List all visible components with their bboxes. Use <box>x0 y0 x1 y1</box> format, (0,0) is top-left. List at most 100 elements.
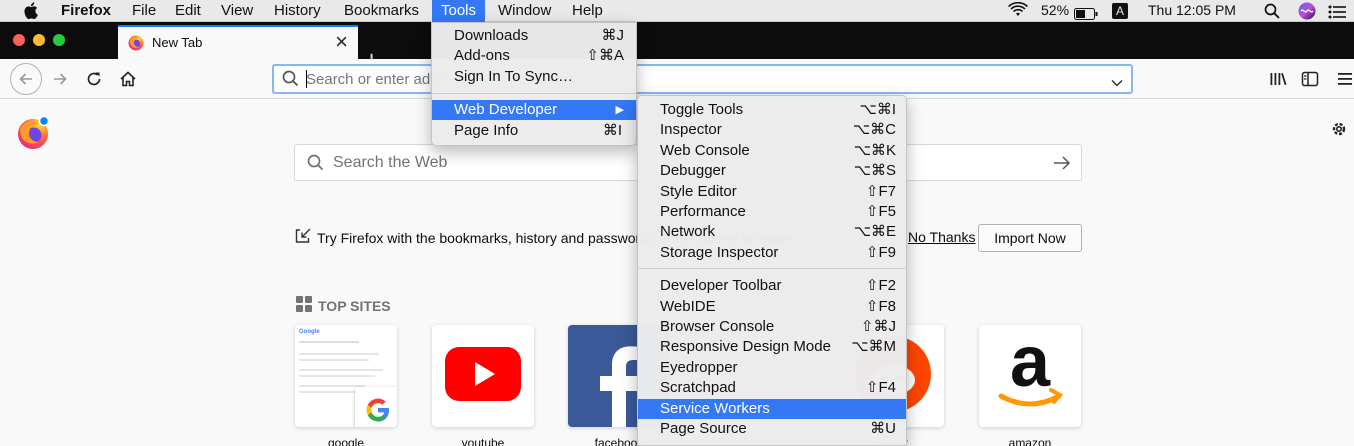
reload-icon[interactable] <box>80 65 108 93</box>
macos-menu-bar: Firefox File Edit View History Bookmarks… <box>0 0 1354 22</box>
window-zoom-button[interactable] <box>53 34 65 46</box>
menu-item-shortcut: ⇧F2 <box>865 277 896 295</box>
apple-menu-icon[interactable] <box>16 0 46 22</box>
tab-close-icon[interactable]: × <box>335 30 348 54</box>
tab-strip: New Tab × + <box>0 22 1354 73</box>
menu-item-shortcut: ⌥⌘I <box>859 101 896 118</box>
urlbar-dropdown-chevron-icon[interactable] <box>1111 74 1123 92</box>
menu-item-webide[interactable]: WebIDE ⇧F8 <box>638 297 906 317</box>
menu-view[interactable]: View <box>212 0 262 22</box>
menu-item-shortcut: ⇧F4 <box>865 379 896 397</box>
menu-item-label: Page Source <box>660 420 747 437</box>
menu-item-web-console[interactable]: Web Console ⌥⌘K <box>638 141 906 161</box>
menu-item-label: Toggle Tools <box>660 101 744 118</box>
top-sites-grid-icon <box>296 296 312 315</box>
no-thanks-link[interactable]: No Thanks <box>908 229 975 245</box>
menu-firefox[interactable]: Firefox <box>52 0 120 22</box>
menu-item-shortcut: ⌥⌘K <box>853 141 896 159</box>
menu-item-shortcut: ⇧F7 <box>865 182 896 200</box>
menu-item-addons[interactable]: Add-ons ⇧⌘A <box>432 46 636 66</box>
menu-edit[interactable]: Edit <box>166 0 210 22</box>
menu-item-page-info[interactable]: Page Info ⌘I <box>432 121 636 141</box>
menu-item-scratchpad[interactable]: Scratchpad ⇧F4 <box>638 378 906 398</box>
library-icon[interactable] <box>1264 65 1292 93</box>
menu-item-label: Web Console <box>660 141 750 159</box>
menu-bookmarks[interactable]: Bookmarks <box>335 0 428 22</box>
window-close-button[interactable] <box>13 34 25 46</box>
navigation-toolbar <box>0 59 1354 99</box>
menu-history[interactable]: History <box>265 0 330 22</box>
menu-help[interactable]: Help <box>563 0 612 22</box>
top-site-label-youtube: youtube <box>461 436 505 446</box>
menu-item-label: WebIDE <box>660 297 716 315</box>
top-sites-label: TOP SITES <box>318 297 391 314</box>
menu-item-sign-in-to-sync[interactable]: Sign In To Sync… <box>432 67 636 87</box>
menu-item-browser-console[interactable]: Browser Console ⇧⌘J <box>638 317 906 337</box>
menu-item-storage-inspector[interactable]: Storage Inspector ⇧F9 <box>638 243 906 263</box>
menu-item-label: Scratchpad <box>660 379 736 397</box>
web-search-icon <box>307 154 324 176</box>
google-g-icon <box>355 387 397 427</box>
menu-item-downloads[interactable]: Downloads ⌘J <box>432 26 636 46</box>
import-icon <box>294 228 311 247</box>
sidebar-icon[interactable] <box>1296 65 1324 93</box>
menu-item-debugger[interactable]: Debugger ⌥⌘S <box>638 161 906 181</box>
battery-percent: 52% <box>1041 2 1070 18</box>
customize-gear-icon[interactable] <box>1330 120 1348 143</box>
menu-item-label: Web Developer <box>454 101 558 118</box>
import-now-button[interactable]: Import Now <box>978 224 1082 252</box>
menubar-clock[interactable]: Thu 12:05 PM <box>1148 0 1236 22</box>
menu-tools[interactable]: Tools <box>432 0 486 22</box>
menu-separator <box>638 268 906 270</box>
wifi-icon[interactable] <box>1008 1 1028 24</box>
menu-item-shortcut: ⇧F8 <box>865 297 896 315</box>
input-source-badge[interactable]: A <box>1112 3 1128 19</box>
tools-menu: Downloads ⌘J Add-ons ⇧⌘A Sign In To Sync… <box>431 22 637 146</box>
menu-item-shortcut: ⌥⌘M <box>851 338 896 356</box>
hamburger-menu-icon[interactable] <box>1336 65 1354 93</box>
menu-item-shortcut: ⇧F9 <box>865 243 896 261</box>
menu-item-toggle-tools[interactable]: Toggle Tools ⌥⌘I <box>638 100 906 120</box>
menu-item-label: Downloads <box>454 27 529 44</box>
tab-new-tab[interactable]: New Tab × <box>118 25 358 59</box>
menu-item-web-developer[interactable]: Web Developer ▶ <box>432 100 636 120</box>
top-site-label-google: google <box>327 436 365 446</box>
menu-file[interactable]: File <box>123 0 165 22</box>
menu-item-shortcut: ⇧⌘A <box>586 47 624 64</box>
top-site-youtube[interactable] <box>432 325 534 427</box>
menu-item-shortcut: ⌥⌘S <box>853 162 896 180</box>
menu-item-label: Network <box>660 223 716 241</box>
submenu-arrow-icon: ▶ <box>615 104 624 116</box>
menu-item-style-editor[interactable]: Style Editor ⇧F7 <box>638 182 906 202</box>
menu-item-label: Style Editor <box>660 182 737 200</box>
siri-icon[interactable] <box>1298 2 1316 24</box>
menu-item-shortcut: ⇧F5 <box>865 203 896 220</box>
menu-item-shortcut: ⌘U <box>870 420 896 437</box>
menu-item-shortcut: ⌘J <box>601 27 625 44</box>
menu-item-shortcut: ⌥⌘C <box>852 121 896 139</box>
menu-item-label: Page Info <box>454 122 519 139</box>
menu-item-eyedropper[interactable]: Eyedropper <box>638 358 906 378</box>
forward-arrow-icon[interactable] <box>46 65 74 93</box>
address-bar[interactable] <box>272 64 1133 94</box>
menu-item-responsive-design-mode[interactable]: Responsive Design Mode ⌥⌘M <box>638 337 906 357</box>
search-go-arrow-icon[interactable] <box>1053 155 1071 176</box>
web-search-placeholder: Search the Web <box>333 154 448 171</box>
top-site-google[interactable]: Google <box>295 325 397 427</box>
menu-item-network[interactable]: Network ⌥⌘E <box>638 222 906 242</box>
menu-item-service-workers[interactable]: Service Workers <box>638 398 906 419</box>
window-minimize-button[interactable] <box>33 34 45 46</box>
top-site-amazon[interactable]: a <box>979 325 1081 427</box>
top-site-label-amazon: amazon <box>1008 436 1052 446</box>
menu-item-performance[interactable]: Performance ⇧F5 <box>638 202 906 222</box>
menu-item-shortcut: ⌥⌘E <box>853 223 896 241</box>
svg-text:a: a <box>1010 334 1051 402</box>
home-icon[interactable] <box>114 65 142 93</box>
menu-window[interactable]: Window <box>489 0 560 22</box>
back-arrow-icon[interactable] <box>10 63 42 95</box>
menu-item-page-source[interactable]: Page Source ⌘U <box>638 419 906 439</box>
menu-item-inspector[interactable]: Inspector ⌥⌘C <box>638 120 906 140</box>
top-sites-heading[interactable]: TOP SITES <box>296 296 391 315</box>
menu-item-developer-toolbar[interactable]: Developer Toolbar ⇧F2 <box>638 276 906 296</box>
firefox-logo-icon <box>16 115 50 150</box>
